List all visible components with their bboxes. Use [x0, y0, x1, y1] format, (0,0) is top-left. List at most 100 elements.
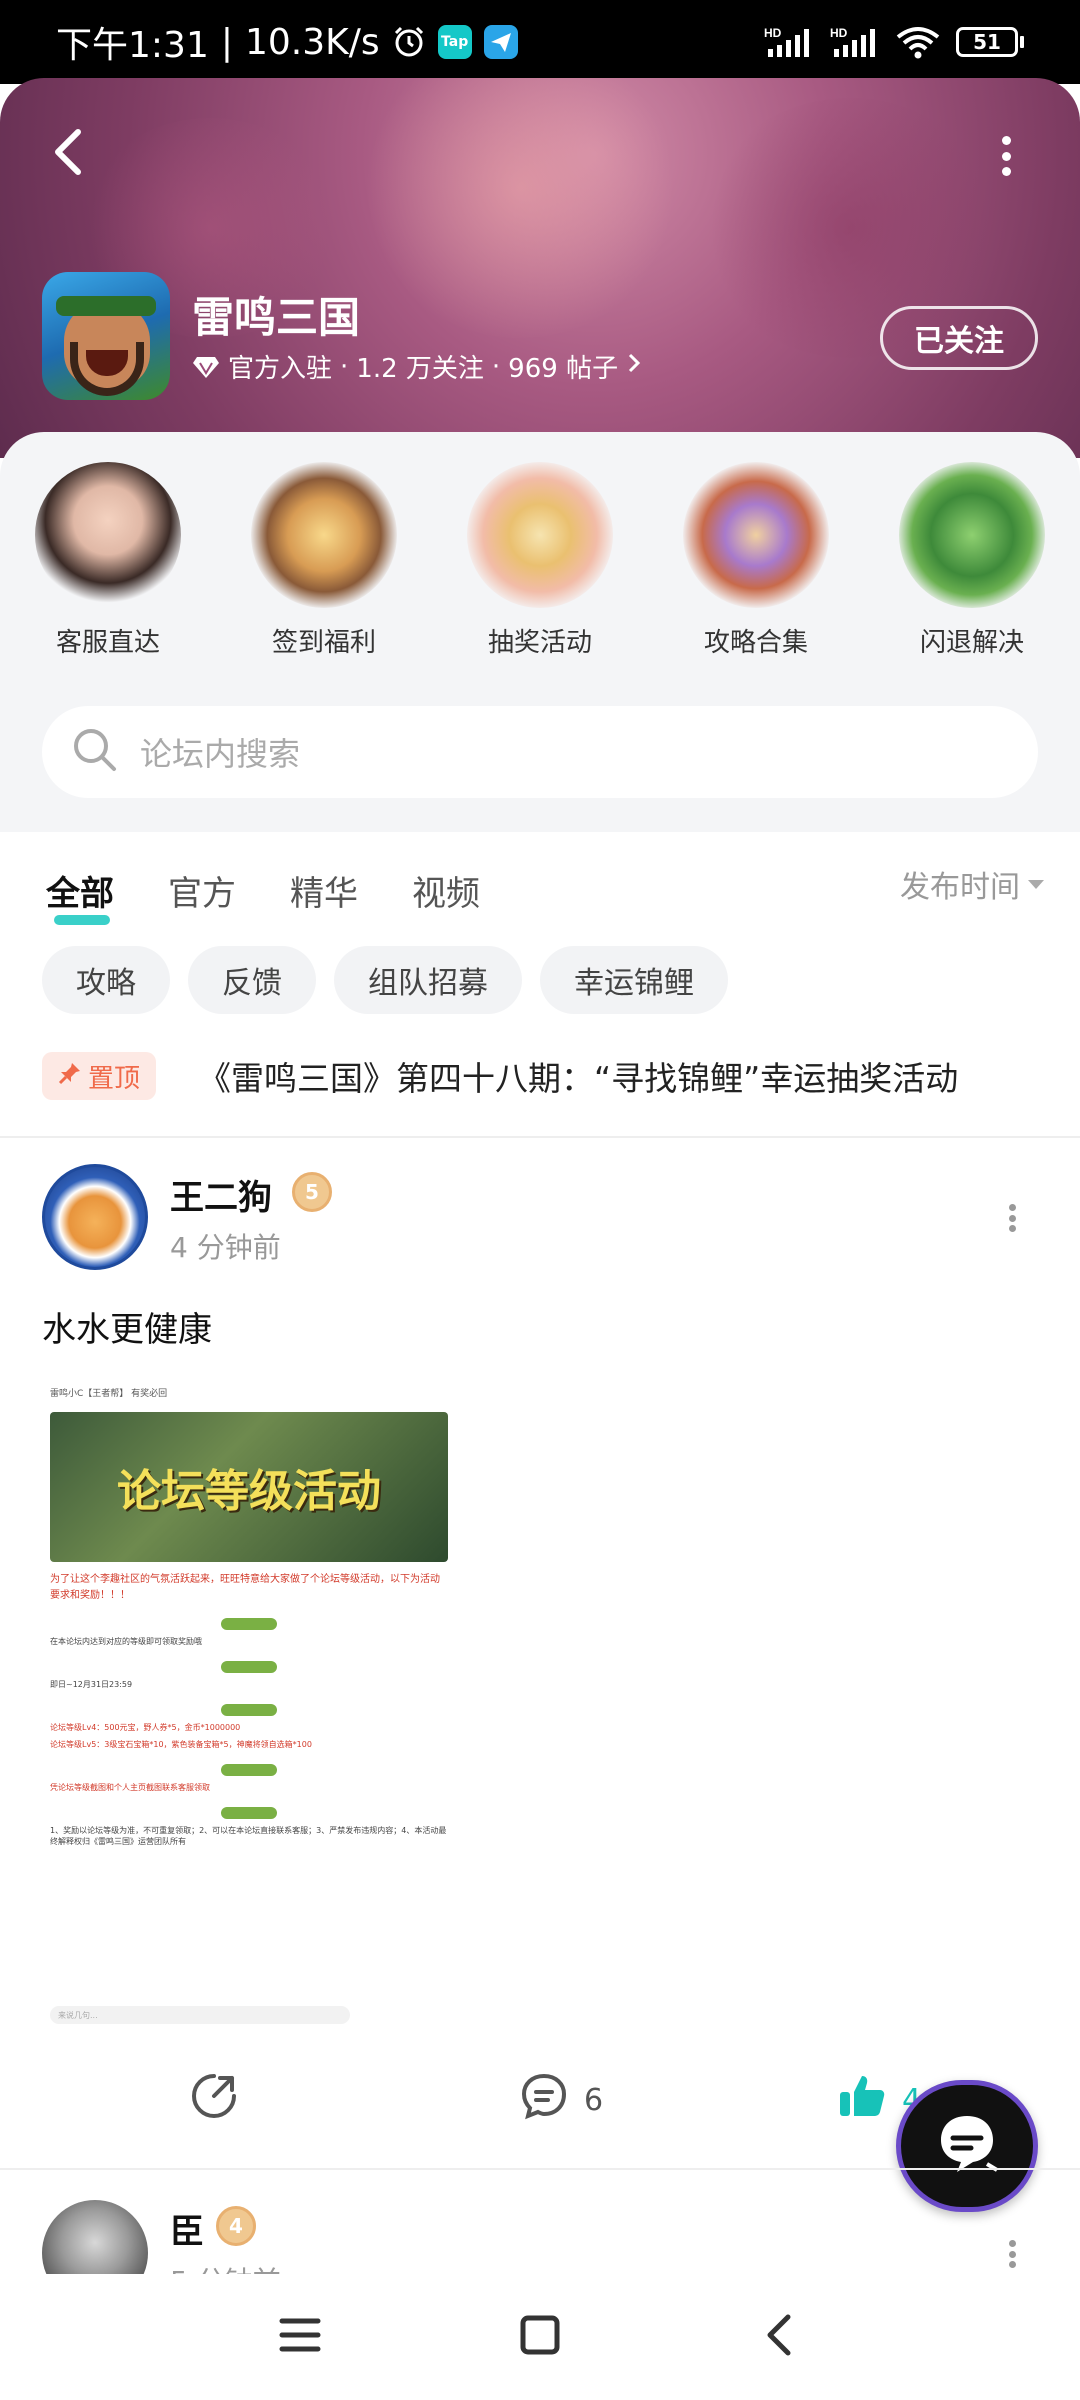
pin-icon: [58, 1061, 82, 1092]
avatar[interactable]: [42, 1164, 148, 1270]
game-icon: [42, 272, 170, 400]
chip-lucky-koi[interactable]: 幸运锦鲤: [540, 946, 728, 1014]
quick-link-guide[interactable]: 攻略合集: [648, 462, 864, 659]
pinned-title: 《雷鸣三国》第四十八期：“寻找锦鲤”幸运抽奖活动: [198, 1059, 959, 1098]
divider: [0, 2168, 1080, 2170]
image-banner-text: 论坛等级活动: [117, 1466, 381, 1517]
image-input: 来说几句...: [50, 2006, 350, 2024]
post-image[interactable]: 雷鸣小C【王者帮】 有奖必回 论坛等级活动 为了让这个李趣社区的气氛活跃起来，旺…: [42, 1372, 456, 2032]
status-speed: 10.3K/s: [244, 21, 380, 63]
image-line: 论坛等级Lv4：500元宝，野人券*5，金币*1000000: [50, 1723, 241, 1732]
battery-level: 51: [956, 27, 1018, 57]
menu-icon: [278, 2315, 322, 2359]
status-separator: |: [220, 21, 233, 63]
meta-separator: ·: [340, 351, 349, 382]
tab-all[interactable]: 全部: [46, 866, 114, 925]
quick-link-label: 抽奖活动: [487, 628, 592, 658]
comment-count: 6: [584, 2082, 604, 2118]
back-nav-button[interactable]: [750, 2307, 810, 2367]
official-label: 官方入驻: [228, 354, 333, 384]
pinned-post[interactable]: 置顶 《雷鸣三国》第四十八期：“寻找锦鲤”幸运抽奖活动: [42, 1048, 1042, 1104]
back-button[interactable]: [46, 124, 94, 180]
image-line: 1、奖励以论坛等级为准，不可重复领取；2、可以在本论坛直接联系客服；3、严禁发布…: [50, 1826, 447, 1846]
followers-count: 1.2 万关注: [356, 354, 484, 384]
post-username[interactable]: 王二狗: [170, 1170, 272, 1219]
comment-button[interactable]: 6: [518, 2064, 603, 2136]
quick-link-customer-service[interactable]: 客服直达: [0, 462, 216, 659]
quick-link-crash-fix[interactable]: 闪退解决: [864, 462, 1080, 659]
wifi-icon: [896, 25, 940, 59]
customer-service-avatar: [35, 462, 181, 608]
posts-count: 969 帖子: [508, 354, 619, 384]
sort-dropdown[interactable]: 发布时间: [900, 862, 1044, 906]
tab-featured[interactable]: 精华: [290, 866, 358, 915]
meta-separator-2: ·: [491, 351, 501, 382]
level-badge: 5: [292, 1172, 332, 1212]
search-icon: [70, 725, 120, 779]
post-text[interactable]: 水水更健康: [42, 1302, 212, 1351]
game-meta[interactable]: 官方入驻 · 1.2 万关注 · 969 帖子: [192, 348, 642, 385]
svg-text:HD: HD: [764, 26, 782, 40]
post-time: 4 分钟前: [170, 1231, 281, 1264]
system-nav-bar: [0, 2274, 1080, 2400]
alarm-icon: [392, 25, 426, 59]
search-placeholder: 论坛内搜索: [140, 735, 301, 773]
caret-down-icon: [1028, 879, 1044, 889]
back-triangle-icon: [762, 2311, 798, 2363]
post-more-button[interactable]: [1006, 2240, 1018, 2268]
divider: [0, 1136, 1080, 1138]
status-left: 下午1:31 | 10.3K/s Tap: [56, 16, 518, 68]
comment-icon: [518, 2070, 570, 2130]
image-line: 即日~12月31日23:59: [50, 1680, 133, 1689]
image-section-pill: [221, 1807, 277, 1819]
tab-video[interactable]: 视频: [412, 866, 480, 915]
image-bottom-bar: 来说几句...: [50, 2004, 450, 2026]
diamond-icon: [192, 353, 220, 381]
chip-team-recruit[interactable]: 组队招募: [334, 946, 522, 1014]
image-top-text: 雷鸣小C【王者帮】 有奖必回: [50, 1388, 168, 1399]
check-in-icon: [251, 462, 397, 608]
sort-label: 发布时间: [900, 870, 1020, 905]
pinned-label: 置顶: [88, 1063, 141, 1094]
level-badge: 4: [216, 2206, 256, 2246]
post-more-button[interactable]: [1006, 1204, 1018, 1232]
chevron-right-icon: [626, 351, 642, 382]
quick-link-lottery[interactable]: 抽奖活动: [432, 462, 648, 659]
home-square-icon: [518, 2313, 562, 2361]
post-username[interactable]: 臣: [170, 2204, 204, 2253]
chip-guide[interactable]: 攻略: [42, 946, 170, 1014]
signal-hd-icon: HD: [764, 25, 814, 59]
quick-link-label: 签到福利: [271, 628, 376, 658]
quick-link-check-in[interactable]: 签到福利: [216, 462, 432, 659]
guide-icon: [683, 462, 829, 608]
battery-icon: 51: [956, 27, 1024, 57]
image-banner: 论坛等级活动: [50, 1412, 448, 1562]
quick-link-label: 攻略合集: [703, 628, 808, 658]
status-bar: 下午1:31 | 10.3K/s Tap HD HD 51: [0, 0, 1080, 84]
search-input[interactable]: 论坛内搜索: [42, 706, 1038, 798]
header-art: [360, 78, 680, 338]
share-button[interactable]: [188, 2064, 240, 2136]
chat-bubble-icon: [927, 2104, 1007, 2188]
pinned-badge: 置顶: [42, 1052, 157, 1100]
chat-fab-button[interactable]: [896, 2080, 1038, 2212]
signal-hd-icon-2: HD: [830, 25, 880, 59]
image-section-pill: [221, 1764, 277, 1776]
image-line: 论坛等级Lv5：3级宝石宝箱*10，紫色装备宝箱*5，神魔将领自选箱*100: [50, 1740, 312, 1749]
send-icon: [483, 25, 518, 59]
follow-button[interactable]: 已关注: [880, 306, 1038, 370]
more-options-button[interactable]: [994, 136, 1018, 176]
thumbs-up-icon: [836, 2070, 888, 2130]
image-line: 凭论坛等级截图和个人主页截图联系客服领取: [50, 1783, 210, 1792]
image-section-pill: [221, 1618, 277, 1630]
status-time: 下午1:31: [56, 25, 209, 66]
tab-official[interactable]: 官方: [168, 866, 236, 915]
svg-text:HD: HD: [830, 26, 848, 40]
home-nav-button[interactable]: [510, 2307, 570, 2367]
menu-nav-button[interactable]: [270, 2307, 330, 2367]
image-red-text: 为了让这个李趣社区的气氛活跃起来，旺旺特意给大家做了个论坛等级活动，以下为活动要…: [50, 1574, 440, 1601]
image-section-pill: [221, 1704, 277, 1716]
lottery-icon: [467, 462, 613, 608]
share-icon: [188, 2070, 240, 2130]
chip-feedback[interactable]: 反馈: [188, 946, 316, 1014]
